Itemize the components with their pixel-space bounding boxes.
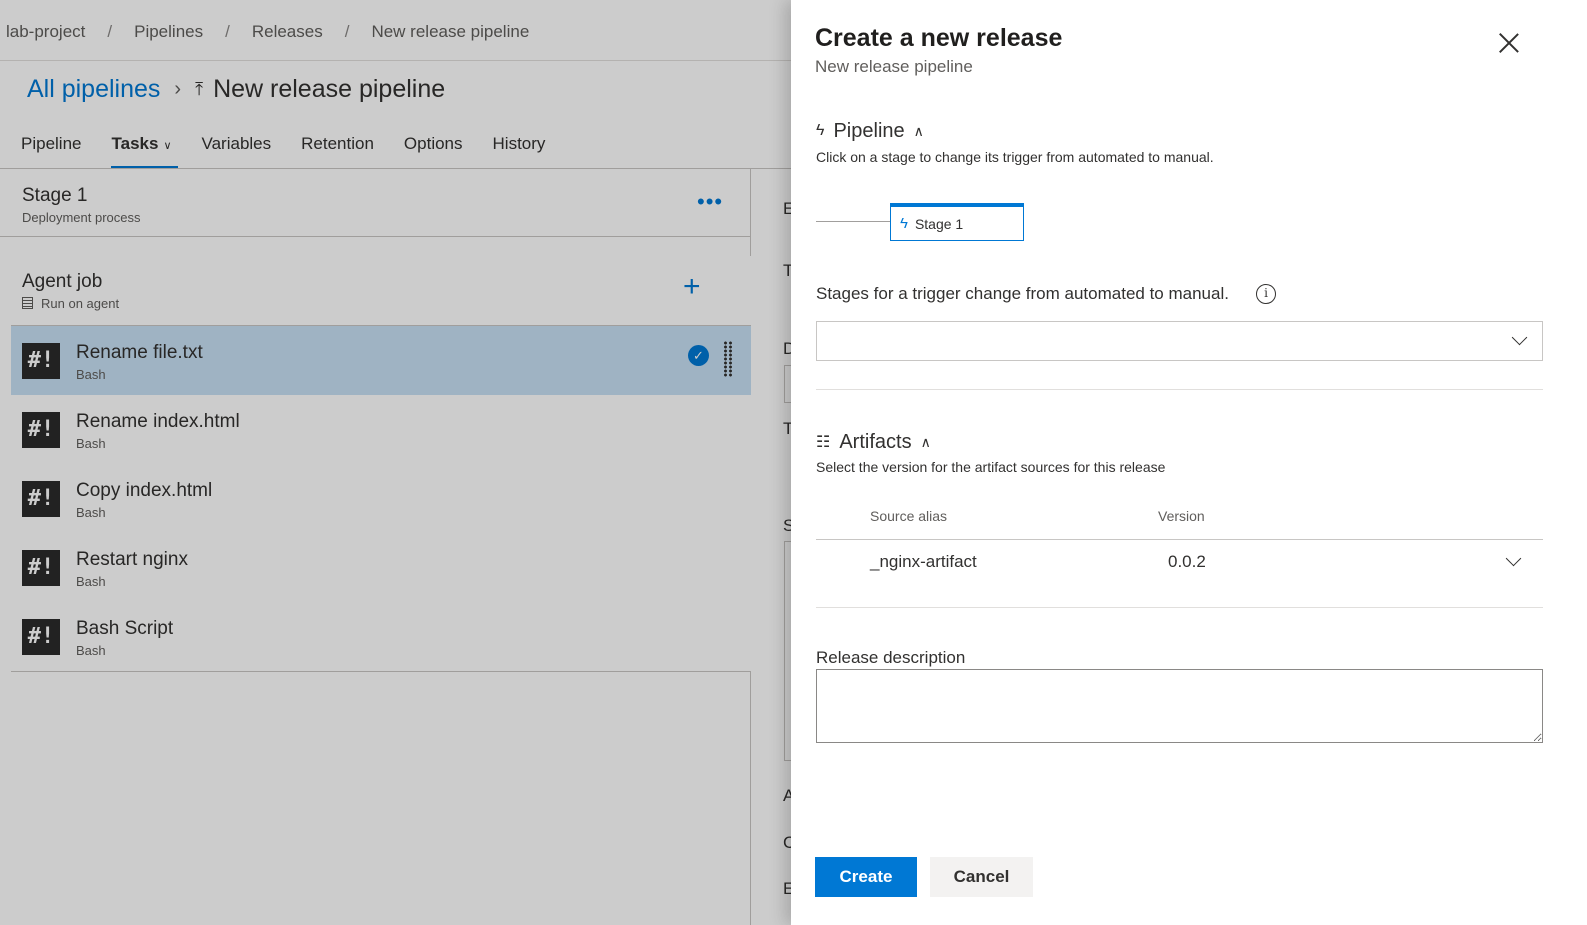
divider bbox=[816, 607, 1543, 608]
lightning-slash-icon: ϟ bbox=[900, 215, 908, 232]
info-icon[interactable]: i bbox=[1256, 284, 1276, 304]
chevron-up-icon: ∧ bbox=[920, 433, 931, 450]
pipeline-connector bbox=[816, 221, 892, 222]
chevron-up-icon: ∧ bbox=[913, 122, 924, 139]
release-description-label: Release description bbox=[816, 648, 966, 667]
column-header-source-alias: Source alias bbox=[870, 508, 948, 524]
pipeline-section-toggle[interactable]: ϟ Pipeline ∧ bbox=[816, 119, 924, 143]
modal-overlay[interactable] bbox=[0, 0, 791, 925]
artifact-alias: _nginx-artifact bbox=[870, 552, 977, 571]
pipeline-section-title: Pipeline bbox=[833, 119, 905, 142]
stage-chip-label: Stage 1 bbox=[914, 215, 964, 232]
create-button[interactable]: Create bbox=[815, 857, 917, 897]
chevron-down-icon bbox=[1511, 329, 1528, 346]
cancel-button[interactable]: Cancel bbox=[930, 857, 1033, 897]
divider bbox=[816, 389, 1543, 390]
lightning-icon: ϟ bbox=[816, 122, 825, 139]
divider bbox=[816, 539, 1543, 540]
artifact-version-select[interactable]: 0.0.2 bbox=[1168, 552, 1206, 572]
artifacts-section-description: Select the version for the artifact sour… bbox=[816, 459, 1166, 475]
release-description-input[interactable] bbox=[816, 669, 1543, 743]
trigger-stages-dropdown[interactable] bbox=[816, 321, 1543, 361]
stage-trigger-chip[interactable]: ϟ Stage 1 bbox=[890, 203, 1024, 241]
panel-title: Create a new release bbox=[815, 24, 1063, 52]
panel-subtitle: New release pipeline bbox=[815, 57, 973, 76]
column-header-version: Version bbox=[1158, 508, 1205, 524]
close-icon[interactable] bbox=[1494, 28, 1524, 58]
artifacts-section-title: Artifacts bbox=[839, 430, 912, 453]
pipeline-section-description: Click on a stage to change its trigger f… bbox=[816, 149, 1214, 165]
chevron-down-icon[interactable] bbox=[1505, 550, 1522, 567]
create-release-panel: Create a new release New release pipelin… bbox=[791, 0, 1587, 925]
artifact-package-icon: ☷ bbox=[816, 434, 831, 451]
artifacts-section-toggle[interactable]: ☷ Artifacts ∧ bbox=[816, 430, 931, 454]
trigger-change-label: Stages for a trigger change from automat… bbox=[816, 284, 1229, 303]
